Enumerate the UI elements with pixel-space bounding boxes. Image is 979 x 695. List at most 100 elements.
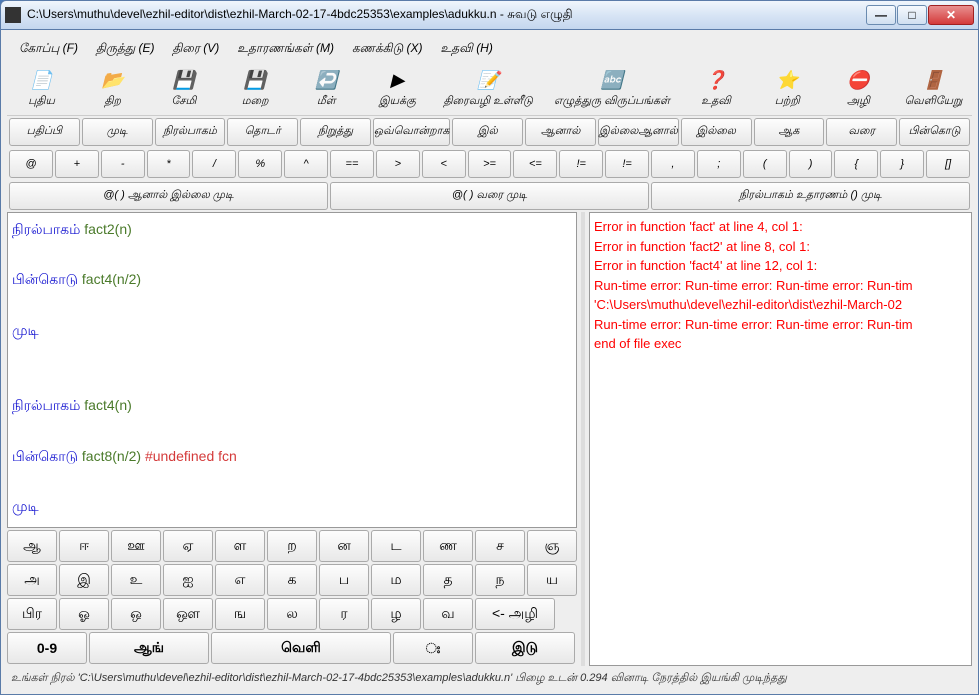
operator-button[interactable]: % [238,150,282,178]
keyword-button[interactable]: நிரல்பாகம் [155,118,226,146]
keyword-button[interactable]: முடி [82,118,153,146]
toolbar-button[interactable]: 📄புதிய [17,68,67,109]
tamil-key[interactable]: ಃ [393,632,473,664]
operator-button[interactable]: } [880,150,924,178]
operator-button[interactable]: != [559,150,603,178]
tamil-key[interactable]: 0-9 [7,632,87,664]
snippet-button[interactable]: @( ) ஆனால் இல்லை முடி [9,182,328,210]
tamil-key[interactable]: ஏ [163,530,213,562]
close-button[interactable]: ✕ [928,5,974,25]
toolbar-button[interactable]: 🔤எழுத்துரு விருப்பங்கள் [554,68,670,109]
tamil-key[interactable]: ட [371,530,421,562]
tamil-key[interactable]: ண [423,530,473,562]
minimize-button[interactable]: — [866,5,896,25]
operator-button[interactable]: + [55,150,99,178]
keyword-button[interactable]: ஆக [754,118,825,146]
operator-button[interactable]: == [330,150,374,178]
tamil-key[interactable]: இடு [475,632,575,664]
menu-item[interactable]: உதாரணங்கள் (M) [229,39,342,59]
tamil-key[interactable]: ஓ [59,598,109,630]
tamil-key[interactable]: ப [319,564,369,596]
tamil-key[interactable]: ன [319,530,369,562]
toolbar-button[interactable]: ⛔அழி [833,68,883,109]
tamil-key[interactable]: அ [7,564,57,596]
splitter[interactable] [581,212,585,666]
tamil-key[interactable]: ஐ [163,564,213,596]
keyword-button[interactable]: இல் [452,118,523,146]
keyword-button[interactable]: இல்லைஆனால் [598,118,679,146]
operator-button[interactable]: @ [9,150,53,178]
tamil-key[interactable]: <- அழி [475,598,555,630]
toolbar-button[interactable]: ⭐பற்றி [762,68,812,109]
tamil-key[interactable]: ஞ [527,530,577,562]
keyword-button[interactable]: ஆனால் [525,118,596,146]
keyword-button[interactable]: வரை [826,118,897,146]
operator-button[interactable]: ^ [284,150,328,178]
tamil-key[interactable]: ச [475,530,525,562]
tamil-key[interactable]: ஊ [111,530,161,562]
operator-button[interactable]: - [101,150,145,178]
tamil-key[interactable]: வெளி [211,632,391,664]
snippet-button[interactable]: நிரல்பாகம் உதாரணம் () முடி [651,182,970,210]
keyword-button[interactable]: தொடர் [227,118,298,146]
operator-button[interactable]: ) [789,150,833,178]
tamil-key[interactable]: ந [475,564,525,596]
tamil-key[interactable]: ல [267,598,317,630]
keyword-button[interactable]: இல்லை [681,118,752,146]
operator-button[interactable]: <= [513,150,557,178]
operator-button[interactable]: [] [926,150,970,178]
tamil-key[interactable]: வ [423,598,473,630]
keyword-button[interactable]: ஒவ்வொன்றாக [373,118,451,146]
toolbar-button[interactable]: ❓உதவி [691,68,741,109]
operator-button[interactable]: { [834,150,878,178]
tamil-key[interactable]: எ [215,564,265,596]
menu-item[interactable]: திருத்து (E) [88,39,163,59]
toolbar-button[interactable]: 📂திற [88,68,138,109]
toolbar-button[interactable]: 💾சேமி [159,68,209,109]
operator-button[interactable]: >= [468,150,512,178]
operator-button[interactable]: ( [743,150,787,178]
tamil-key[interactable]: ள [215,530,265,562]
code-editor[interactable]: நிரல்பாகம் fact2(n) பின்கொடு fact4(n/2) … [7,212,577,528]
tamil-key[interactable]: ஔ [163,598,213,630]
operator-button[interactable]: != [605,150,649,178]
maximize-button[interactable]: □ [897,5,927,25]
menu-item[interactable]: கோப்பு (F) [11,39,86,59]
toolbar-label: எழுத்துரு விருப்பங்கள் [554,95,670,109]
tamil-key[interactable]: க [267,564,317,596]
operator-button[interactable]: / [192,150,236,178]
toolbar-button[interactable]: 💾மறை [230,68,280,109]
toolbar-button[interactable]: 📝திரைவழி உள்ளீடு [444,68,533,109]
keyword-button[interactable]: நிறுத்து [300,118,371,146]
tamil-key[interactable]: த [423,564,473,596]
tamil-key[interactable]: இ [59,564,109,596]
snippet-button[interactable]: @( ) வரை முடி [330,182,649,210]
tamil-key[interactable]: ற [267,530,317,562]
tamil-key[interactable]: ழ [371,598,421,630]
toolbar-button[interactable]: 🚪வெளியேறு [905,68,963,109]
tamil-key[interactable]: ஆ [7,530,57,562]
toolbar-button[interactable]: ▶இயக்கு [372,68,422,109]
operator-button[interactable]: * [147,150,191,178]
tamil-key[interactable]: ர [319,598,369,630]
toolbar-button[interactable]: ↩️மீள் [301,68,351,109]
menu-item[interactable]: கணக்கிடு (X) [344,39,431,59]
tamil-key[interactable]: பிர [7,598,57,630]
tamil-key[interactable]: ங [215,598,265,630]
operator-button[interactable]: , [651,150,695,178]
operator-button[interactable]: > [376,150,420,178]
operator-button[interactable]: ; [697,150,741,178]
menu-item[interactable]: திரை (V) [165,39,228,59]
tamil-key[interactable]: ஒ [111,598,161,630]
keyword-button[interactable]: பதிப்பி [9,118,80,146]
tamil-key[interactable]: ம [371,564,421,596]
menu-item[interactable]: உதவி (H) [433,39,501,59]
tamil-key[interactable]: ய [527,564,577,596]
tamil-key[interactable]: உ [111,564,161,596]
toolbar-label: அழி [847,95,870,109]
keyword-button[interactable]: பின்கொடு [899,118,970,146]
tamil-key[interactable]: ஈ [59,530,109,562]
toolbar-icon: ❓ [702,68,730,92]
operator-button[interactable]: < [422,150,466,178]
tamil-key[interactable]: ஆங் [89,632,209,664]
